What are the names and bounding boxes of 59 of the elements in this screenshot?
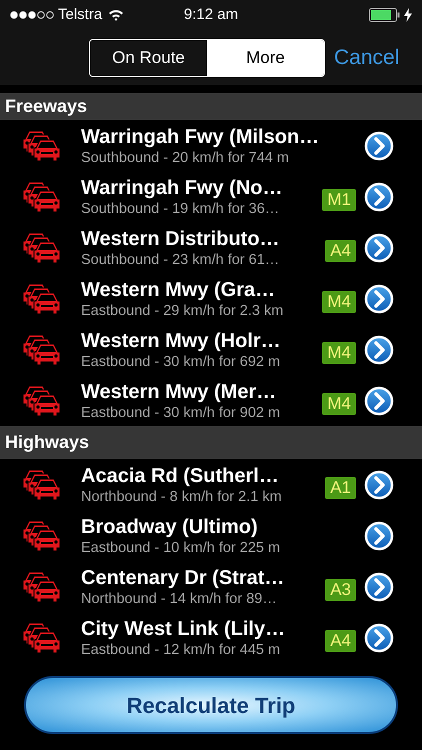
- route-number: A4: [325, 630, 356, 652]
- traffic-detail: Southbound - 19 km/h for 36…: [81, 200, 280, 218]
- traffic-detail: Northbound - 8 km/h for 2.1 km: [81, 488, 283, 506]
- chevron-icon[interactable]: [364, 386, 394, 416]
- chevron-icon[interactable]: [364, 470, 394, 500]
- road-name: Warringah Fwy (No…: [81, 176, 284, 200]
- traffic-row[interactable]: Western Mwy (Gra… Eastbound - 29 km/h for 2.3 km M4: [0, 273, 422, 324]
- traffic-row[interactable]: Warringah Fwy (Milson… Southbound - 20 km/h for 744 m: [0, 120, 422, 171]
- traffic-detail: Southbound - 23 km/h for 61…: [81, 250, 280, 268]
- traffic-row[interactable]: Acacia Rd (Sutherl… Northbound - 8 km/h for 2.1 km A1: [0, 459, 422, 510]
- route-number: A3: [325, 578, 356, 600]
- road-name: Western Mwy (Holr…: [81, 328, 282, 352]
- chevron-icon[interactable]: [364, 130, 394, 160]
- carrier-name: Telstra: [58, 4, 102, 25]
- route-number: A4: [325, 240, 356, 262]
- traffic-row[interactable]: Western Mwy (Holr… Eastbound - 30 km/h for 692 m M4: [0, 324, 422, 375]
- cancel-button[interactable]: Cancel: [334, 42, 400, 74]
- traffic-row[interactable]: Western Mwy (Mer… Eastbound - 30 km/h for 902 m M4: [0, 375, 422, 426]
- chevron-icon[interactable]: [364, 232, 394, 262]
- road-name: City West Link (Lily…: [81, 616, 286, 640]
- road-name: Western Mwy (Mer…: [81, 380, 278, 404]
- traffic-detail: Eastbound - 30 km/h for 902 m: [81, 404, 282, 422]
- chevron-icon[interactable]: [364, 622, 394, 652]
- charging-icon: [404, 8, 412, 22]
- traffic-detail: Eastbound - 12 km/h for 445 m: [81, 640, 282, 658]
- route-number: M4: [322, 392, 356, 414]
- signal-icon: [10, 11, 54, 19]
- road-name: Warringah Fwy (Milson…: [81, 124, 320, 148]
- chevron-icon[interactable]: [364, 572, 394, 602]
- traffic-detail: Southbound - 20 km/h for 744 m: [81, 148, 290, 166]
- traffic-detail: Eastbound - 30 km/h for 692 m: [81, 352, 282, 370]
- battery-icon: [369, 8, 401, 22]
- road-name: Acacia Rd (Sutherl…: [81, 464, 280, 488]
- traffic-row[interactable]: Centenary Dr (Strat… Northbound - 14 km/h for 89… A3: [0, 561, 422, 612]
- chevron-icon[interactable]: [364, 520, 394, 550]
- road-name: Western Mwy (Gra…: [81, 278, 276, 302]
- route-number: M4: [322, 290, 356, 312]
- road-name: Centenary Dr (Strat…: [81, 566, 286, 590]
- chevron-icon[interactable]: [364, 182, 394, 212]
- segment-tab[interactable]: More: [207, 40, 324, 76]
- section-title: Highways: [5, 431, 90, 454]
- route-number: A1: [325, 476, 356, 498]
- traffic-row[interactable]: City West Link (Lily… Eastbound - 12 km/h for 445 m A4: [0, 612, 422, 663]
- traffic-row[interactable]: Western Distributo… Southbound - 23 km/h for 61… A4: [0, 222, 422, 273]
- clock: 9:12 am: [184, 4, 238, 25]
- road-name: Broadway (Ultimo): [81, 514, 259, 538]
- wifi-icon: [108, 9, 124, 21]
- recalculate-button[interactable]: Recalculate Trip: [24, 676, 398, 734]
- traffic-detail: Eastbound - 10 km/h for 225 m: [81, 538, 282, 556]
- traffic-row[interactable]: Broadway (Ultimo) Eastbound - 10 km/h for 225 m: [0, 510, 422, 561]
- route-number: M4: [322, 342, 356, 364]
- road-name: Western Distributo…: [81, 226, 281, 250]
- chevron-icon[interactable]: [364, 334, 394, 364]
- route-number: M1: [322, 188, 356, 210]
- traffic-detail: Eastbound - 29 km/h for 2.3 km: [81, 302, 284, 320]
- chevron-icon[interactable]: [364, 284, 394, 314]
- section-title: Freeways: [5, 95, 88, 118]
- traffic-row[interactable]: Warringah Fwy (No… Southbound - 19 km/h for 36… M1: [0, 171, 422, 222]
- traffic-detail: Northbound - 14 km/h for 89…: [81, 590, 278, 608]
